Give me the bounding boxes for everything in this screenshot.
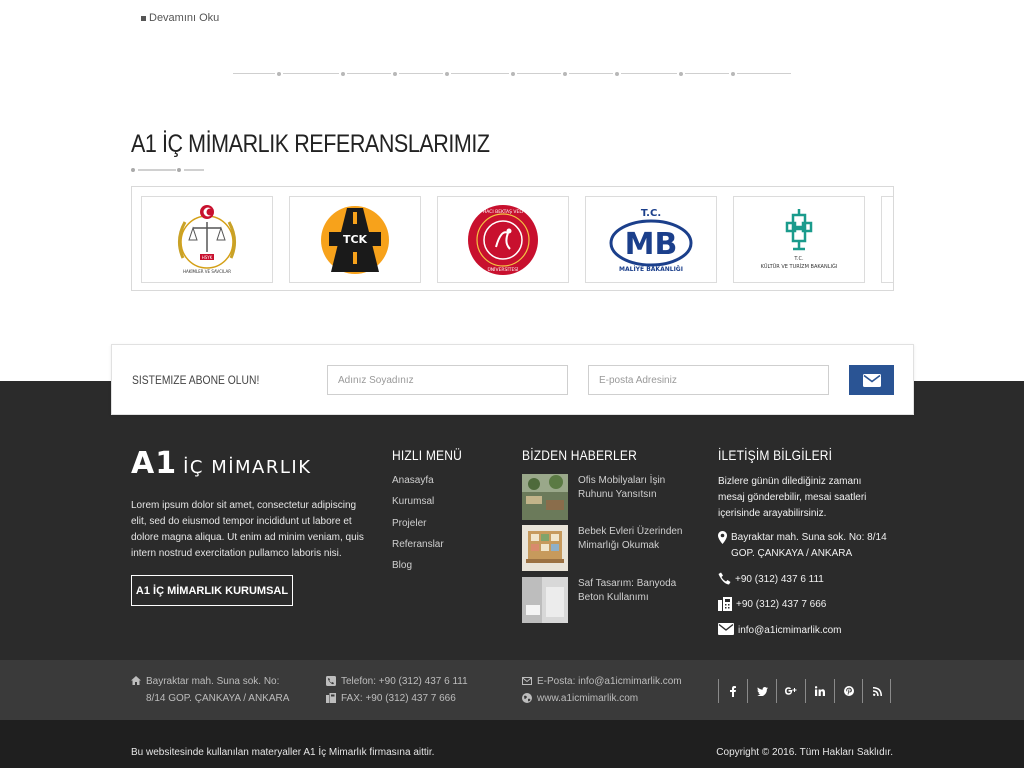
fax-icon bbox=[326, 693, 336, 703]
bottom-address: Bayraktar mah. Suna sok. No: 8/14 GOP. Ç… bbox=[131, 673, 301, 707]
linkedin-icon[interactable] bbox=[806, 680, 834, 702]
read-more-link[interactable]: Devamını Oku bbox=[141, 12, 219, 24]
reference-card-maliye[interactable]: T.C. MB MALİYE BAKANLIĞI bbox=[585, 196, 717, 283]
title-ornament bbox=[131, 168, 211, 172]
news-thumbnail bbox=[522, 474, 568, 520]
news-thumbnail bbox=[522, 577, 568, 623]
reference-card-partial[interactable] bbox=[881, 196, 893, 283]
read-more-label: Devamını Oku bbox=[149, 12, 220, 24]
rss-icon[interactable] bbox=[863, 680, 891, 702]
copyright-right: Copyright © 2016. Tüm Hakları Saklıdır. bbox=[716, 747, 893, 758]
quick-menu: Anasayfa Kurumsal Projeler Referanslar B… bbox=[392, 474, 444, 580]
contact-phone: +90 (312) 437 6 111 bbox=[718, 572, 824, 588]
news-title-text: Ofis Mobilyaları İşin Ruhunu Yansıtsın bbox=[578, 475, 666, 500]
facebook-icon[interactable] bbox=[719, 680, 747, 702]
logo-a1: A1 bbox=[131, 446, 178, 481]
tck-logo: TCK bbox=[321, 205, 389, 274]
logo-text: İÇ MİMARLIK bbox=[183, 457, 312, 478]
twitter-icon[interactable] bbox=[748, 680, 776, 702]
envelope-icon bbox=[522, 677, 532, 685]
contact-address: Bayraktar mah. Suna sok. No: 8/14 GOP. Ç… bbox=[718, 530, 908, 562]
fax-icon bbox=[718, 597, 732, 611]
social-separator bbox=[890, 679, 891, 703]
quick-menu-projeler[interactable]: Projeler bbox=[392, 517, 444, 538]
news-title-text: Saf Tasarım: Banyoda Beton Kullanımı bbox=[578, 578, 677, 603]
corporate-button[interactable]: A1 İÇ MİMARLIK KURUMSAL bbox=[131, 575, 293, 606]
maliye-bakanligi-logo: T.C. MB MALİYE BAKANLIĞI bbox=[609, 208, 693, 273]
svg-text:ÜNİVERSİTESİ: ÜNİVERSİTESİ bbox=[488, 266, 519, 273]
svg-text:MALİYE BAKANLIĞI: MALİYE BAKANLIĞI bbox=[619, 266, 683, 273]
contact-email-text: info@a1icmimarlik.com bbox=[738, 625, 842, 636]
kultur-turizm-logo: T.C. KÜLTÜR VE TURİZM BAKANLIĞI bbox=[761, 208, 838, 270]
copyright-bar bbox=[0, 720, 1024, 768]
quick-menu-title: HIZLI MENÜ bbox=[392, 447, 462, 463]
pinterest-icon[interactable] bbox=[835, 680, 863, 702]
footer-about-text: Lorem ipsum dolor sit amet, consectetur … bbox=[131, 500, 364, 559]
reference-card-tck[interactable]: TCK bbox=[289, 196, 421, 283]
name-input[interactable] bbox=[327, 365, 568, 395]
news-title: BİZDEN HABERLER bbox=[522, 447, 637, 463]
bottom-address-text: Bayraktar mah. Suna sok. No: 8/14 GOP. Ç… bbox=[146, 676, 290, 704]
reference-card-kultur-turizm[interactable]: T.C. KÜLTÜR VE TURİZM BAKANLIĞI bbox=[733, 196, 865, 283]
references-carousel: HSYK HAKİMLER VE SAVCILAR TCK HACI BEKTA… bbox=[131, 186, 894, 291]
svg-text:T.C.: T.C. bbox=[793, 256, 804, 262]
quick-menu-referanslar[interactable]: Referanslar bbox=[392, 538, 444, 559]
google-plus-icon[interactable] bbox=[777, 680, 805, 702]
phone-icon bbox=[718, 572, 731, 585]
news-title-text: Bebek Evleri Üzerinden Mimarlığı Okumak bbox=[578, 526, 683, 551]
news-thumbnail bbox=[522, 525, 568, 571]
bottom-fax: FAX: +90 (312) 437 7 666 bbox=[326, 690, 456, 707]
bottom-website[interactable]: www.a1icmimarlik.com bbox=[522, 690, 638, 707]
contact-intro: Bizlere günün dilediğiniz zamanı mesaj g… bbox=[718, 476, 867, 519]
map-marker-icon bbox=[718, 531, 727, 544]
contact-address-text: Bayraktar mah. Suna sok. No: 8/14 GOP. Ç… bbox=[731, 532, 887, 559]
contact-title: İLETİŞİM BİLGİLERİ bbox=[718, 447, 833, 463]
reference-card-nevsehir[interactable]: HACI BEKTAŞ VELİ ÜNİVERSİTESİ bbox=[437, 196, 569, 283]
news-item[interactable]: Ofis Mobilyaları İşin Ruhunu Yansıtsın bbox=[522, 474, 702, 520]
svg-text:MB: MB bbox=[625, 227, 678, 262]
home-icon bbox=[131, 676, 141, 685]
subscribe-bar: SISTEMIZE ABONE OLUN! bbox=[111, 344, 914, 415]
svg-text:HAKİMLER VE SAVCILAR: HAKİMLER VE SAVCILAR bbox=[183, 269, 231, 274]
contact-fax-text: +90 (312) 437 7 666 bbox=[736, 599, 827, 610]
reference-card-hsyk[interactable]: HSYK HAKİMLER VE SAVCILAR bbox=[141, 196, 273, 283]
bottom-fax-text: FAX: +90 (312) 437 7 666 bbox=[341, 693, 456, 704]
contact-fax: +90 (312) 437 7 666 bbox=[718, 597, 826, 613]
hsyk-logo: HSYK HAKİMLER VE SAVCILAR bbox=[178, 204, 236, 274]
subscribe-label: SISTEMIZE ABONE OLUN! bbox=[132, 373, 260, 387]
news-item[interactable]: Saf Tasarım: Banyoda Beton Kullanımı bbox=[522, 577, 702, 623]
news-item[interactable]: Bebek Evleri Üzerinden Mimarlığı Okumak bbox=[522, 525, 702, 571]
quick-menu-anasayfa[interactable]: Anasayfa bbox=[392, 474, 444, 495]
contact-email[interactable]: info@a1icmimarlik.com bbox=[718, 623, 842, 639]
bottom-phone-text: Telefon: +90 (312) 437 6 111 bbox=[341, 676, 468, 687]
svg-text:T.C.: T.C. bbox=[641, 208, 661, 219]
envelope-icon bbox=[862, 373, 881, 387]
svg-text:KÜLTÜR VE TURİZM BAKANLIĞI: KÜLTÜR VE TURİZM BAKANLIĞI bbox=[761, 263, 838, 270]
subscribe-send-button[interactable] bbox=[849, 365, 894, 395]
bullet-icon bbox=[141, 15, 146, 21]
bottom-email[interactable]: E-Posta: info@a1icmimarlik.com bbox=[522, 673, 682, 690]
contact-phone-text: +90 (312) 437 6 111 bbox=[735, 574, 824, 585]
quick-menu-kurumsal[interactable]: Kurumsal bbox=[392, 495, 444, 516]
envelope-icon bbox=[718, 623, 734, 635]
section-divider bbox=[233, 72, 791, 76]
svg-text:HSYK: HSYK bbox=[202, 255, 213, 260]
email-input[interactable] bbox=[588, 365, 829, 395]
nevsehir-university-logo: HACI BEKTAŞ VELİ ÜNİVERSİTESİ bbox=[468, 204, 538, 275]
phone-square-icon bbox=[326, 676, 336, 686]
bottom-phone: Telefon: +90 (312) 437 6 111 bbox=[326, 673, 468, 690]
quick-menu-blog[interactable]: Blog bbox=[392, 559, 444, 580]
bottom-website-text: www.a1icmimarlik.com bbox=[537, 693, 639, 704]
copyright-left: Bu websitesinde kullanılan materyaller A… bbox=[131, 747, 435, 758]
bottom-email-text: E-Posta: info@a1icmimarlik.com bbox=[537, 676, 682, 687]
references-title: A1 İÇ MİMARLIK REFERANSLARIMIZ bbox=[131, 130, 490, 158]
globe-icon bbox=[522, 693, 532, 703]
footer-logo[interactable]: A1 İÇ MİMARLIK bbox=[131, 446, 312, 481]
svg-text:HACI BEKTAŞ VELİ: HACI BEKTAŞ VELİ bbox=[483, 208, 523, 215]
svg-text:TCK: TCK bbox=[343, 233, 368, 246]
